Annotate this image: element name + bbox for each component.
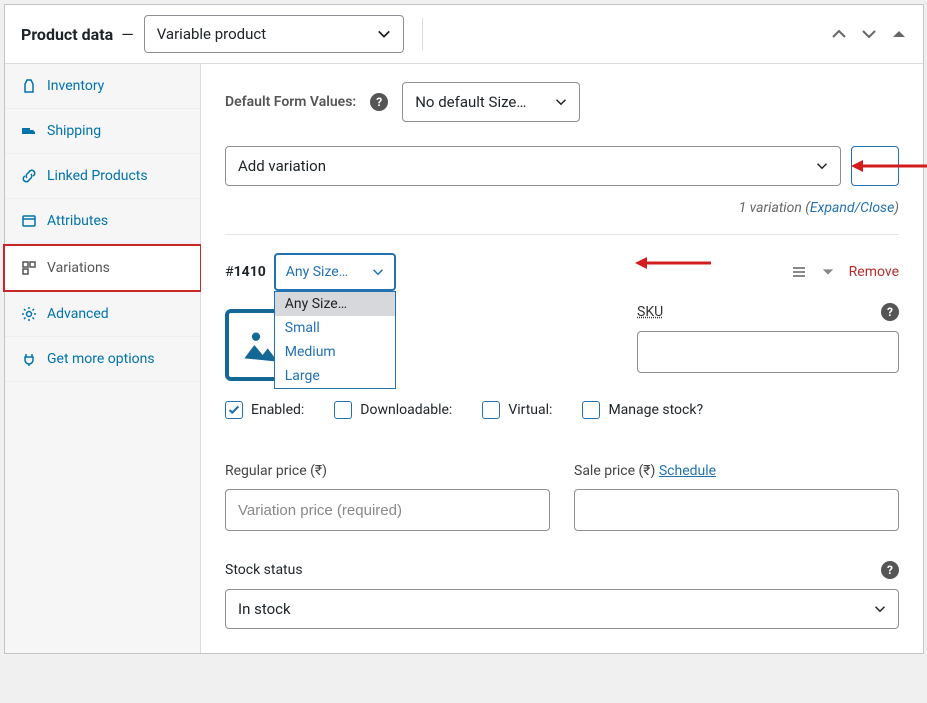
variation-action-value: Add variation (238, 157, 326, 175)
expand-link[interactable]: Expand (810, 200, 855, 216)
virtual-checkbox[interactable] (482, 401, 500, 419)
header-divider (422, 18, 423, 50)
sidebar-item-shipping[interactable]: Shipping (5, 109, 200, 154)
variation-action-select[interactable]: Add variation (225, 146, 841, 186)
help-icon[interactable]: ? (881, 561, 899, 579)
inventory-icon (21, 78, 37, 94)
variation-id: 1410 (234, 264, 266, 280)
menu-icon[interactable] (791, 264, 807, 280)
chevron-down-icon (377, 27, 391, 41)
sidebar-item-label: Inventory (47, 78, 104, 94)
size-option[interactable]: Any Size… (275, 292, 395, 316)
sidebar-item-variations[interactable]: Variations (3, 244, 202, 292)
stock-status-select[interactable]: In stock (225, 589, 899, 629)
chevron-down-icon (372, 266, 384, 278)
help-icon[interactable]: ? (881, 303, 899, 321)
downloadable-label: Downloadable: (360, 402, 452, 418)
size-option[interactable]: Small (275, 316, 395, 340)
product-type-select[interactable]: Variable product (144, 15, 404, 53)
regular-price-label: Regular price (₹) (225, 463, 550, 479)
title-dash: — (121, 25, 134, 44)
sidebar-item-label: Shipping (47, 123, 101, 139)
help-icon[interactable]: ? (370, 93, 388, 111)
size-dropdown: Any Size… Small Medium Large (274, 291, 396, 389)
variation-size-select[interactable]: Any Size… Any Size… Small Medium Large (274, 253, 396, 291)
remove-link[interactable]: Remove (849, 264, 899, 280)
sale-price-label: Sale price (₹) Schedule (574, 463, 899, 479)
enabled-label: Enabled: (251, 402, 304, 418)
paren-close: ) (894, 200, 899, 216)
default-form-select[interactable]: No default Size… (402, 82, 580, 122)
sidebar-item-get-more[interactable]: Get more options (5, 337, 200, 382)
sidebar-item-label: Linked Products (47, 168, 148, 184)
variation-count-text: 1 variation ( (739, 200, 810, 216)
collapse-icon[interactable] (891, 26, 907, 42)
gear-icon (21, 306, 37, 322)
chevron-down-icon (874, 603, 886, 615)
downloadable-checkbox[interactable] (334, 401, 352, 419)
size-option[interactable]: Large (275, 364, 395, 388)
default-form-label: Default Form Values: (225, 94, 356, 110)
sku-input[interactable] (637, 331, 899, 373)
virtual-label: Virtual: (508, 402, 552, 418)
collapse-icon[interactable] (821, 265, 835, 279)
sidebar-item-label: Get more options (47, 351, 155, 367)
sku-label: SKU (637, 304, 663, 320)
sale-price-input[interactable] (574, 489, 899, 531)
sidebar-item-linked-products[interactable]: Linked Products (5, 154, 200, 199)
plug-icon (21, 351, 37, 367)
chevron-down-icon (816, 160, 828, 172)
chevron-down-icon[interactable] (861, 26, 877, 42)
stock-status-value: In stock (238, 600, 291, 618)
enabled-checkbox[interactable] (225, 401, 243, 419)
product-type-value: Variable product (157, 25, 266, 43)
regular-price-input[interactable] (225, 489, 550, 531)
manage-stock-label: Manage stock? (608, 402, 703, 418)
variations-icon (21, 260, 37, 276)
variation-hash: # (225, 264, 234, 280)
attributes-icon (21, 213, 37, 229)
shipping-icon (21, 123, 37, 139)
sidebar-item-advanced[interactable]: Advanced (5, 292, 200, 337)
chevron-up-icon[interactable] (831, 26, 847, 42)
sidebar-item-label: Attributes (47, 213, 108, 229)
annotation-arrow-icon (849, 154, 927, 178)
size-selected: Any Size… (286, 264, 348, 280)
size-option[interactable]: Medium (275, 340, 395, 364)
annotation-arrow-icon (633, 251, 713, 275)
default-form-value: No default Size… (415, 93, 526, 111)
schedule-link[interactable]: Schedule (659, 463, 716, 479)
stock-status-label: Stock status (225, 562, 303, 578)
sidebar-item-label: Advanced (47, 306, 109, 322)
link-icon (21, 168, 37, 184)
chevron-down-icon (555, 96, 567, 108)
panel-title: Product data (21, 25, 113, 44)
manage-stock-checkbox[interactable] (582, 401, 600, 419)
sidebar-item-label: Variations (47, 260, 110, 276)
close-link[interactable]: Close (860, 200, 894, 216)
sidebar-item-attributes[interactable]: Attributes (5, 199, 200, 244)
sidebar-item-inventory[interactable]: Inventory (5, 64, 200, 109)
